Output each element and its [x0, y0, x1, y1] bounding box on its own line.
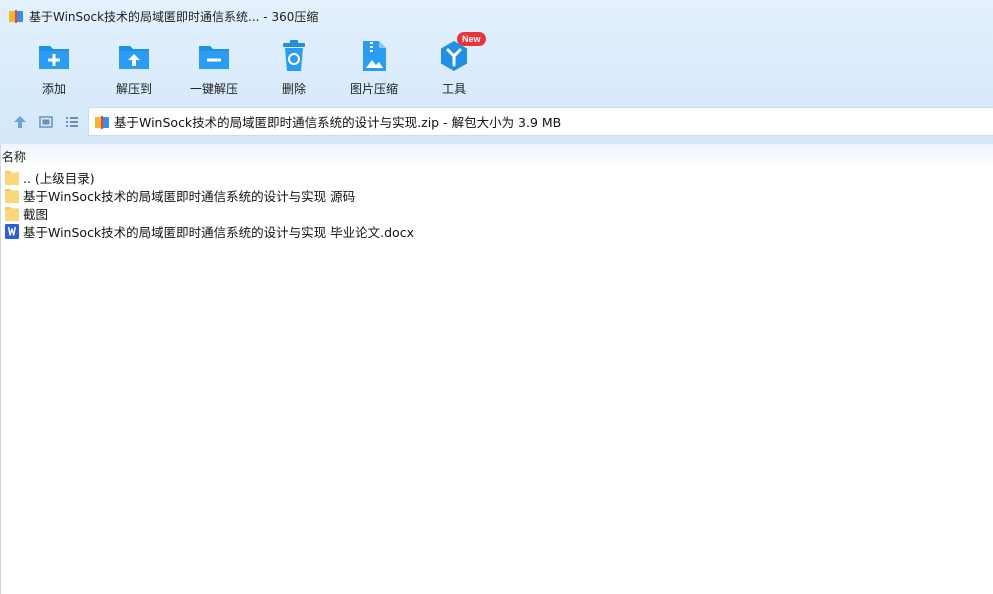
arrow-up-icon — [14, 116, 26, 128]
folder-icon — [5, 207, 19, 221]
navigation-row: 基于WinSock技术的局域匿即时通信系统的设计与实现.zip - 解包大小为 … — [0, 106, 993, 138]
add-button[interactable]: 添加 — [14, 36, 94, 100]
one-click-extract-button[interactable]: 一键解压 — [174, 36, 254, 100]
list-item[interactable]: 截图 — [1, 204, 993, 222]
top-area: 基于WinSock技术的局域匿即时通信系统... - 360压缩 添加 解压到 — [0, 0, 993, 144]
toolbar: 添加 解压到 一键解压 删除 图片压缩 New 工具 — [14, 32, 494, 100]
column-name-label: 名称 — [2, 150, 27, 164]
path-bar[interactable]: 基于WinSock技术的局域匿即时通信系统的设计与实现.zip - 解包大小为 … — [88, 107, 993, 136]
tools-button[interactable]: New 工具 — [414, 32, 494, 100]
list-item[interactable]: .. (上级目录) — [1, 168, 993, 186]
folder-icon — [5, 171, 19, 185]
list-item-name: 基于WinSock技术的局域匿即时通信系统的设计与实现 源码 — [23, 188, 356, 204]
add-label: 添加 — [41, 82, 66, 96]
list-item[interactable]: 基于WinSock技术的局域匿即时通信系统的设计与实现 毕业论文.docx — [1, 222, 993, 240]
extract-to-icon — [119, 46, 149, 69]
add-icon — [39, 46, 69, 69]
extract-to-label: 解压到 — [115, 82, 152, 96]
list-view-button[interactable] — [59, 109, 85, 135]
list-item[interactable]: 基于WinSock技术的局域匿即时通信系统的设计与实现 源码 — [1, 186, 993, 204]
zip-archive-icon — [95, 115, 109, 129]
title-bar: 基于WinSock技术的局域匿即时通信系统... - 360压缩 — [0, 0, 993, 32]
delete-label: 删除 — [281, 82, 306, 96]
tools-label: 工具 — [441, 82, 466, 96]
archive-app-icon — [9, 10, 23, 23]
delete-icon — [283, 40, 305, 71]
archive-path: 基于WinSock技术的局域匿即时通信系统的设计与实现.zip - 解包大小为 … — [114, 115, 562, 130]
new-badge: New — [457, 32, 486, 46]
one-click-extract-icon — [199, 46, 229, 69]
delete-button[interactable]: 删除 — [254, 36, 334, 100]
window-title: 基于WinSock技术的局域匿即时通信系统... - 360压缩 — [29, 9, 319, 24]
file-list: 名称 .. (上级目录) 基于WinSock技术的局域匿即时通信系统的设计与实现… — [0, 144, 993, 594]
image-compress-label: 图片压缩 — [349, 82, 398, 96]
up-level-button[interactable] — [7, 109, 33, 135]
one-click-extract-label: 一键解压 — [189, 82, 238, 96]
list-item-name: .. (上级目录) — [23, 170, 95, 186]
extract-to-button[interactable]: 解压到 — [94, 36, 174, 100]
column-header-name[interactable]: 名称 — [1, 144, 993, 168]
list-item-name: 基于WinSock技术的局域匿即时通信系统的设计与实现 毕业论文.docx — [23, 224, 414, 240]
list-view-icon — [66, 117, 78, 127]
image-compress-icon — [363, 41, 386, 71]
thumbnail-view-button[interactable] — [33, 109, 59, 135]
folder-icon — [5, 189, 19, 203]
word-document-icon — [5, 224, 19, 239]
image-compress-button[interactable]: 图片压缩 — [334, 36, 414, 100]
list-item-name: 截图 — [23, 206, 49, 222]
thumbnail-view-icon — [39, 116, 53, 128]
